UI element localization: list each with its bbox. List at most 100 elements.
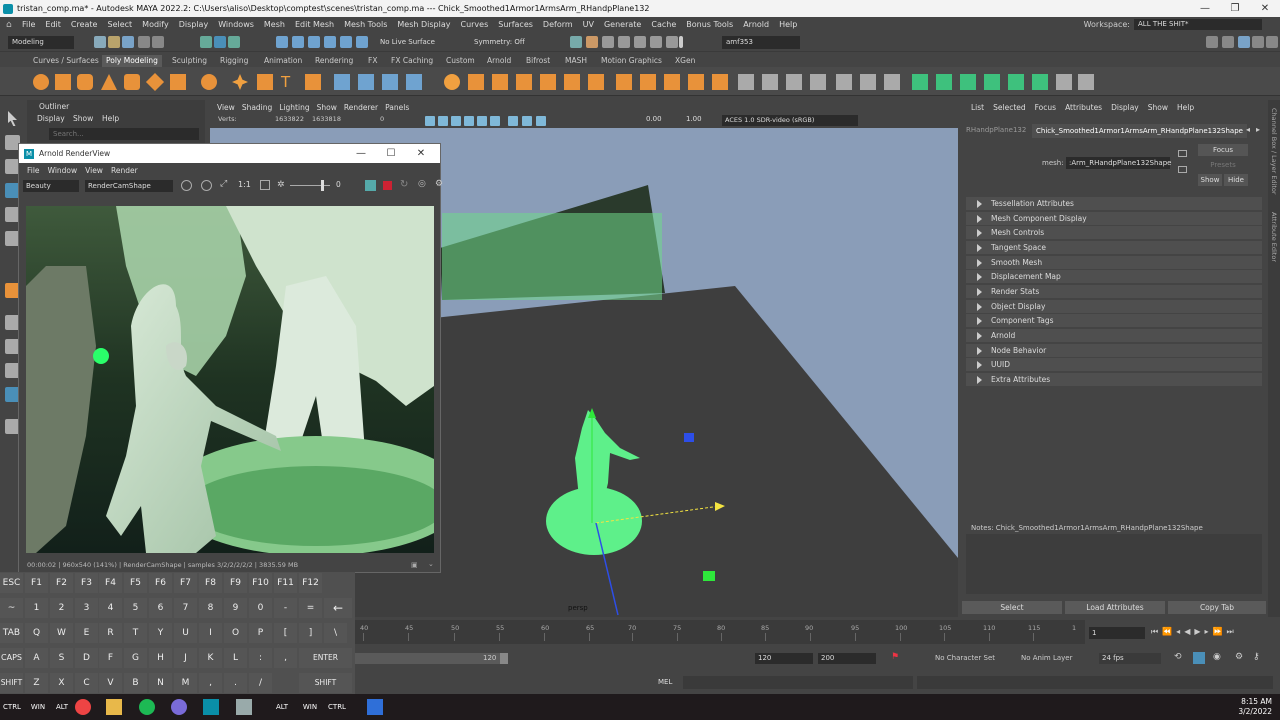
- key-colon[interactable]: :: [249, 648, 272, 668]
- key-d[interactable]: D: [75, 648, 98, 668]
- renderview-menu-window[interactable]: Window: [48, 166, 78, 175]
- section-displacement-map[interactable]: Displacement Map: [966, 270, 1262, 283]
- poly-cone-icon[interactable]: [101, 74, 117, 90]
- refresh-icon[interactable]: ↻: [400, 179, 408, 190]
- shelf-tab-fx-caching[interactable]: FX Caching: [391, 55, 433, 67]
- key-z[interactable]: Z: [25, 673, 48, 693]
- cache-playback-icon[interactable]: [1193, 652, 1205, 664]
- key-2[interactable]: 2: [50, 598, 73, 618]
- character-set-dropdown[interactable]: No Character Set: [935, 654, 995, 662]
- gamma-value[interactable]: 1.00: [686, 115, 702, 123]
- wedge-icon[interactable]: [564, 74, 580, 90]
- uv-editor-icon[interactable]: [912, 74, 928, 90]
- viewport-menu-renderer[interactable]: Renderer: [344, 103, 378, 112]
- ae-menu-attributes[interactable]: Attributes: [1065, 103, 1102, 112]
- channel-box-tab[interactable]: Channel Box / Layer Editor: [1270, 108, 1278, 195]
- maximize-button[interactable]: ❐: [1220, 0, 1250, 17]
- key-f11[interactable]: F11: [274, 573, 297, 593]
- section-extra-attributes[interactable]: Extra Attributes: [966, 373, 1262, 386]
- key-x[interactable]: X: [50, 673, 73, 693]
- expand-panel-icon[interactable]: ⌄: [428, 560, 434, 568]
- fill-hole-icon[interactable]: [588, 74, 604, 90]
- unfold-uv-icon[interactable]: [1008, 74, 1024, 90]
- audio-icon[interactable]: ◉: [1213, 652, 1221, 662]
- range-slider-handle[interactable]: [500, 653, 508, 664]
- shelf-tab-custom[interactable]: Custom: [446, 55, 475, 67]
- refresh-render-icon[interactable]: ⤢: [220, 179, 227, 189]
- poly-cylinder-icon[interactable]: [77, 74, 93, 90]
- auto-uv-icon[interactable]: [984, 74, 1000, 90]
- shelf-tab-bifrost[interactable]: Bifrost: [526, 55, 550, 67]
- undo-icon[interactable]: [138, 36, 150, 48]
- camera-dropdown[interactable]: RenderCamShape: [85, 180, 173, 192]
- close-button[interactable]: ✕: [1250, 0, 1280, 17]
- offset-edge-icon[interactable]: [884, 74, 900, 90]
- key-backslash[interactable]: \: [324, 623, 347, 643]
- key-shift-right[interactable]: SHIFT: [299, 673, 352, 693]
- key-minus[interactable]: -: [274, 598, 297, 618]
- key-esc[interactable]: ESC: [0, 573, 23, 593]
- menu-edit[interactable]: Edit: [45, 20, 61, 29]
- sweep-mesh-icon[interactable]: [257, 74, 273, 90]
- key-tilde[interactable]: ~: [0, 598, 23, 618]
- open-scene-icon[interactable]: [108, 36, 120, 48]
- connect-icon[interactable]: [688, 74, 704, 90]
- section-object-display[interactable]: Object Display: [966, 300, 1262, 313]
- key-9[interactable]: 9: [224, 598, 247, 618]
- key-f1[interactable]: F1: [25, 573, 48, 593]
- ae-tab-shape[interactable]: Chick_Smoothed1Armor1ArmsArm_RHandpPlane…: [1032, 124, 1247, 138]
- system-clock[interactable]: 8:15 AM 3/2/2022: [1238, 697, 1272, 717]
- chrome-icon[interactable]: [75, 699, 91, 715]
- ae-menu-focus[interactable]: Focus: [1035, 103, 1056, 112]
- quad-draw-icon[interactable]: [712, 74, 728, 90]
- separate-icon[interactable]: [358, 74, 374, 90]
- mel-label[interactable]: MEL: [658, 678, 672, 686]
- renderview-minimize-button[interactable]: —: [346, 148, 376, 159]
- step-forward-frame-icon[interactable]: ▸: [1205, 627, 1209, 637]
- menu-select[interactable]: Select: [107, 20, 132, 29]
- redo-icon[interactable]: [152, 36, 164, 48]
- key-u[interactable]: U: [174, 623, 197, 643]
- current-frame-field[interactable]: 1: [1089, 627, 1145, 639]
- section-mesh-controls[interactable]: Mesh Controls: [966, 226, 1262, 239]
- shelf-tab-arnold[interactable]: Arnold: [487, 55, 511, 67]
- menu-edit-mesh[interactable]: Edit Mesh: [295, 20, 334, 29]
- ae-copy-tab-button[interactable]: Copy Tab: [1168, 601, 1266, 614]
- key-3[interactable]: 3: [75, 598, 98, 618]
- key-quote[interactable]: ,: [274, 648, 297, 668]
- ae-select-button[interactable]: Select: [962, 601, 1062, 614]
- snap-grid-icon[interactable]: [276, 36, 288, 48]
- key-w[interactable]: W: [50, 623, 73, 643]
- key-o[interactable]: O: [224, 623, 247, 643]
- sew-uv-icon[interactable]: [1078, 74, 1094, 90]
- anim-prefs-icon[interactable]: ⚙: [1235, 652, 1243, 662]
- menu-deform[interactable]: Deform: [543, 20, 573, 29]
- new-scene-icon[interactable]: [94, 36, 106, 48]
- poly-cube-icon[interactable]: [55, 74, 71, 90]
- render-image[interactable]: [26, 206, 434, 553]
- key-alt-left[interactable]: ALT: [52, 699, 72, 715]
- key-win-right[interactable]: WIN: [300, 699, 320, 715]
- menu-display[interactable]: Display: [179, 20, 209, 29]
- layout-uv-icon[interactable]: [1032, 74, 1048, 90]
- focus-button[interactable]: Focus: [1198, 144, 1248, 156]
- toggle-channel-box-icon[interactable]: [1266, 36, 1278, 48]
- platonic-solid-icon[interactable]: [201, 74, 217, 90]
- key-close-bracket[interactable]: ]: [299, 623, 322, 643]
- exposure-value[interactable]: 0: [336, 180, 341, 189]
- key-4[interactable]: 4: [99, 598, 122, 618]
- extrude-icon[interactable]: [468, 74, 484, 90]
- debug-shading-icon[interactable]: ◎: [418, 179, 426, 189]
- key-f8[interactable]: F8: [199, 573, 222, 593]
- mesh-name-field[interactable]: :Arm_RHandpPlane132Shape: [1066, 157, 1171, 169]
- renderview-close-button[interactable]: ✕: [406, 148, 436, 159]
- go-to-start-icon[interactable]: ⏮: [1151, 627, 1158, 637]
- key-l[interactable]: L: [224, 648, 247, 668]
- section-tessellation-attributes[interactable]: Tessellation Attributes: [966, 197, 1262, 210]
- key-b[interactable]: B: [124, 673, 147, 693]
- spotify-icon[interactable]: [139, 699, 155, 715]
- show-button[interactable]: Show: [1198, 174, 1222, 186]
- key-f4[interactable]: F4: [99, 573, 122, 593]
- ae-menu-show[interactable]: Show: [1148, 103, 1168, 112]
- toggle-modeling-toolkit-icon[interactable]: [1206, 36, 1218, 48]
